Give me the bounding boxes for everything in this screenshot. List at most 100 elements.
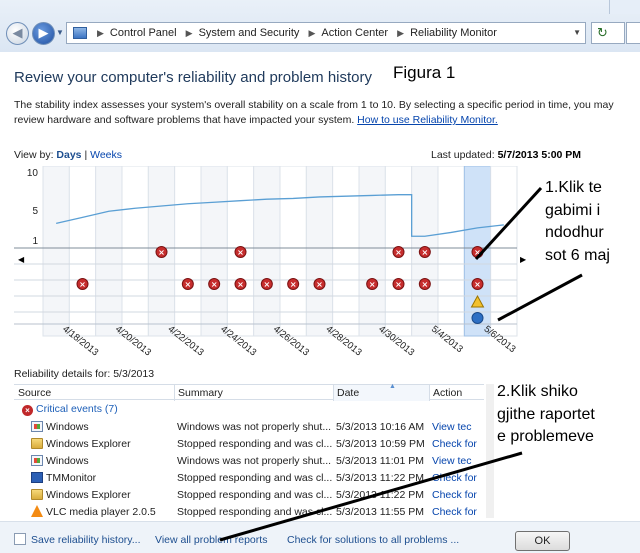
breadcrumb-separator-icon: ▶ bbox=[397, 28, 405, 38]
chart-day-column bbox=[490, 166, 518, 337]
reliability-chart[interactable]: 1051× × × × ×× × × × × × × × × × ×4/18/2013 4/20/2013 4/… bbox=[0, 166, 530, 362]
application-failure-icon-x-glyph: × bbox=[158, 248, 165, 257]
application-failure-icon[interactable]: × bbox=[155, 246, 168, 258]
windows-failure-icon[interactable]: × bbox=[366, 278, 379, 290]
windows-failure-icon[interactable]: × bbox=[313, 278, 326, 290]
view-by-weeks[interactable]: Weeks bbox=[90, 149, 122, 161]
breadcrumb-control-panel[interactable]: Control Panel bbox=[110, 27, 177, 39]
row-summary: Windows was not properly shut... bbox=[177, 455, 332, 467]
windows-failure-icon[interactable]: × bbox=[208, 278, 221, 290]
view-by-days[interactable]: Days bbox=[56, 149, 81, 161]
refresh-button[interactable]: ↻ bbox=[591, 22, 625, 44]
chart-scroll-right-icon[interactable]: ▶ bbox=[520, 255, 526, 264]
table-row[interactable]: TMMonitor Stopped responding and was cl..… bbox=[14, 470, 484, 487]
application-failure-icon[interactable]: × bbox=[392, 246, 405, 258]
annotation-step-2: 2.Klik shiko gjithe raportet e problemev… bbox=[497, 381, 595, 449]
column-source[interactable]: Source bbox=[18, 387, 51, 399]
annotation-1-line: ndodhur bbox=[545, 224, 604, 241]
row-action-link[interactable]: Check for bbox=[432, 438, 484, 450]
chart-day-column bbox=[68, 166, 97, 337]
annotation-step-1: 1.Klik te gabimi i ndodhur sot 6 maj bbox=[545, 177, 610, 267]
back-button[interactable]: ◀ bbox=[6, 22, 29, 45]
address-bar[interactable]: ▶ Control Panel ▶ System and Security ▶ Act… bbox=[66, 22, 586, 44]
windows-failure-icon[interactable]: × bbox=[76, 278, 89, 290]
chart-scroll-left-icon[interactable]: ◀ bbox=[18, 255, 24, 264]
page-title: Review your computer's reliability and p… bbox=[14, 69, 373, 86]
row-source: Windows bbox=[46, 455, 89, 467]
windows-icon bbox=[31, 455, 43, 466]
table-scrollbar[interactable] bbox=[486, 384, 494, 518]
row-action-link[interactable]: View tec bbox=[432, 455, 484, 467]
table-row[interactable]: Windows Explorer Stopped responding and w… bbox=[14, 487, 484, 504]
chart-day-column bbox=[121, 166, 149, 337]
column-action[interactable]: Action bbox=[429, 385, 462, 401]
breadcrumb-system-security[interactable]: System and Security bbox=[199, 27, 300, 39]
windows-failure-icon[interactable]: × bbox=[181, 278, 194, 290]
check-solutions-link[interactable]: Check for solutions to all problems ... bbox=[287, 534, 459, 546]
address-dropdown-icon[interactable]: ▼ bbox=[573, 28, 581, 37]
windows-failure-icon[interactable]: × bbox=[260, 278, 273, 290]
critical-error-icon: × bbox=[22, 405, 33, 416]
bottom-bar: Save reliability history... View all pro… bbox=[0, 521, 640, 553]
windows-failure-icon-x-glyph: × bbox=[290, 280, 297, 289]
breadcrumb-reliability-monitor[interactable]: Reliability Monitor bbox=[410, 27, 497, 39]
row-action-link[interactable]: Check for bbox=[432, 506, 484, 518]
application-failure-icon[interactable]: × bbox=[471, 246, 484, 258]
forward-button[interactable]: ▶ bbox=[32, 22, 55, 45]
view-all-reports-link[interactable]: View all problem reports bbox=[155, 534, 267, 546]
annotation-1-line: gabimi i bbox=[545, 201, 601, 219]
windows-failure-icon-x-glyph: × bbox=[421, 280, 428, 289]
annotation-1-line: 1.Klik te bbox=[545, 179, 602, 196]
back-arrow-icon: ◀ bbox=[12, 25, 23, 40]
refresh-icon: ↻ bbox=[597, 25, 608, 40]
table-row[interactable]: Windows Explorer Stopped responding and w… bbox=[14, 436, 484, 453]
windows-failure-icon[interactable]: × bbox=[287, 278, 300, 290]
windows-failure-icon-x-glyph: × bbox=[474, 280, 481, 289]
how-to-use-link[interactable]: How to use Reliability Monitor. bbox=[357, 114, 498, 126]
row-source: Windows Explorer bbox=[46, 489, 131, 501]
history-dropdown-icon[interactable]: ▼ bbox=[56, 28, 64, 37]
windows-failure-icon[interactable]: × bbox=[392, 278, 405, 290]
column-summary[interactable]: Summary bbox=[174, 385, 223, 401]
chart-day-column bbox=[95, 166, 123, 337]
ok-button[interactable]: OK bbox=[515, 531, 570, 551]
windows-icon bbox=[31, 421, 43, 432]
chart-day-column bbox=[200, 166, 228, 337]
window-close-button[interactable] bbox=[609, 0, 640, 14]
save-history-link[interactable]: Save reliability history... bbox=[31, 534, 141, 546]
row-date: 5/3/2013 10:16 AM bbox=[336, 421, 425, 433]
application-failure-icon[interactable]: × bbox=[418, 246, 431, 258]
chart-day-column bbox=[174, 166, 202, 337]
windows-failure-icon[interactable]: × bbox=[418, 278, 431, 290]
forward-arrow-icon: ▶ bbox=[38, 25, 49, 40]
tm-icon bbox=[31, 472, 43, 483]
row-date: 5/3/2013 11:22 PM bbox=[336, 472, 424, 484]
table-row[interactable]: Windows Windows was not properly shut... 5… bbox=[14, 419, 484, 436]
folder-icon bbox=[31, 489, 43, 500]
row-summary: Stopped responding and was cl... bbox=[177, 506, 333, 518]
critical-events-group[interactable]: × Critical events (7) bbox=[22, 403, 118, 416]
breadcrumb-separator-icon: ▶ bbox=[97, 28, 104, 38]
annotation-1-line: sot 6 maj bbox=[545, 246, 610, 264]
chart-day-column bbox=[253, 166, 281, 337]
column-date[interactable]: Date bbox=[333, 385, 429, 401]
row-summary: Windows was not properly shut... bbox=[177, 421, 332, 433]
windows-failure-icon[interactable]: × bbox=[234, 278, 247, 290]
row-action-link[interactable]: View tec bbox=[432, 421, 484, 433]
view-by-separator: | bbox=[84, 149, 88, 161]
chart-y-tick: 5 bbox=[32, 206, 38, 217]
row-action-link[interactable]: Check for bbox=[432, 472, 484, 484]
row-action-link[interactable]: Check for bbox=[432, 489, 484, 501]
annotation-2-line: 2.Klik shiko bbox=[497, 383, 578, 400]
windows-failure-icon-x-glyph: × bbox=[184, 280, 191, 289]
table-row[interactable]: VLC media player 2.0.5 Stopped responding… bbox=[14, 504, 484, 521]
row-source: VLC media player 2.0.5 bbox=[46, 506, 156, 518]
application-failure-icon[interactable]: × bbox=[234, 246, 247, 258]
row-date: 5/3/2013 10:59 PM bbox=[336, 438, 425, 450]
search-input[interactable] bbox=[626, 22, 640, 44]
annotation-figura: Figura 1 bbox=[393, 63, 456, 82]
table-row[interactable]: Windows Windows was not properly shut... 5… bbox=[14, 453, 484, 470]
breadcrumb-action-center[interactable]: Action Center bbox=[321, 27, 388, 39]
last-updated: Last updated: 5/7/2013 5:00 PM bbox=[431, 149, 581, 161]
windows-failure-icon[interactable]: × bbox=[471, 278, 484, 290]
